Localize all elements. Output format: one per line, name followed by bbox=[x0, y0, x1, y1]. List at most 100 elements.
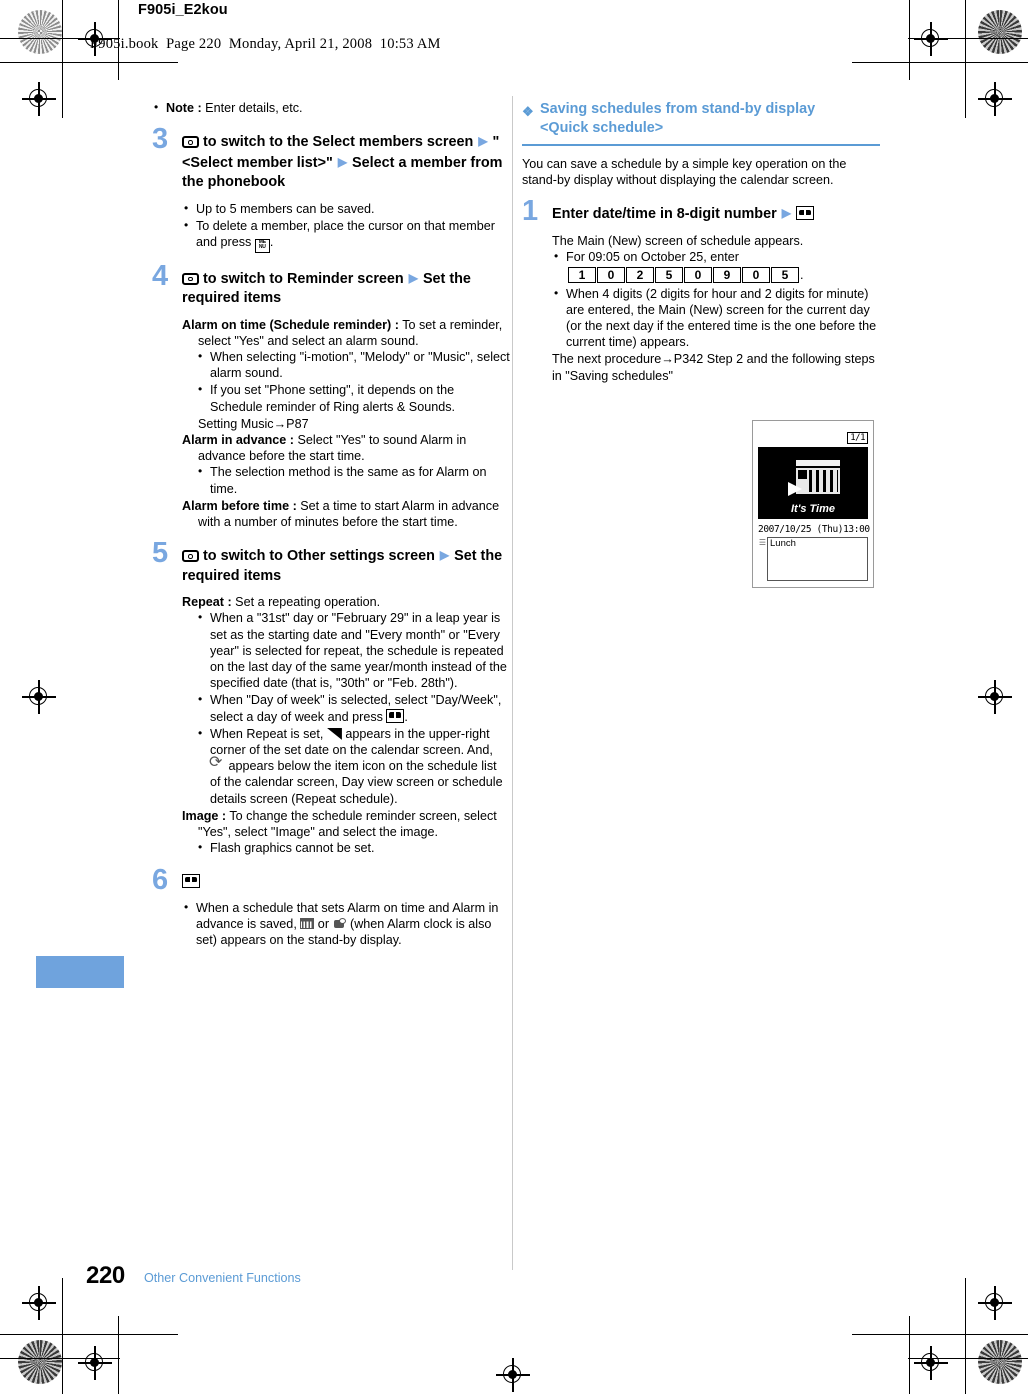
registration-mark-bottom-left bbox=[78, 1346, 112, 1380]
registration-mark-left-upper bbox=[22, 82, 56, 116]
print-target-top-left bbox=[18, 10, 62, 54]
arrow-icon: ▶ bbox=[408, 270, 418, 285]
step-1: 1 Enter date/time in 8-digit number ▶ Th… bbox=[522, 197, 880, 384]
column-divider bbox=[512, 96, 513, 1270]
crop-line-top bbox=[0, 62, 178, 63]
select-key-icon bbox=[182, 136, 199, 149]
step-1-heading: Enter date/time in 8-digit number ▶ bbox=[552, 204, 880, 225]
phone-page-counter-value: 1/1 bbox=[847, 432, 868, 444]
desc-image: To change the schedule reminder screen, … bbox=[198, 808, 497, 840]
step-1-lead: The Main (New) screen of schedule appear… bbox=[552, 233, 804, 248]
phone-memo-marker-icon: ☰ bbox=[758, 538, 767, 547]
phone-screen-label: It's Time bbox=[791, 503, 835, 515]
phone-screenshot-figure: 1/1 It's Time 2007/10/25 (Thu)13:00 ☰ Lu… bbox=[752, 420, 874, 588]
numeric-key: 2 bbox=[626, 267, 654, 284]
step-5-repeat-bullet-2: When "Day of week" is selected, select "… bbox=[182, 691, 510, 724]
crop-line-bottom-left-v bbox=[62, 1278, 63, 1394]
step-3-heading: to switch to the Select members screen ▶… bbox=[182, 132, 510, 193]
step-4-body: Alarm on time (Schedule reminder) : To s… bbox=[182, 317, 510, 531]
note-label: Note : bbox=[166, 101, 202, 115]
phone-page-counter: 1/1 bbox=[758, 425, 868, 444]
calendar-illustration-icon bbox=[788, 460, 840, 500]
desc-repeat: Set a repeating operation. bbox=[231, 595, 381, 610]
numeric-key: 1 bbox=[568, 267, 596, 284]
crop-line-inner-right-b bbox=[909, 1316, 910, 1394]
step-5-repeat-bullet-3: When Repeat is set, appears in the upper… bbox=[182, 725, 510, 807]
arrow-icon: ▶ bbox=[337, 154, 348, 169]
registration-mark-right-upper bbox=[978, 82, 1012, 116]
calendar-header-bar bbox=[796, 460, 840, 466]
phone-date-line: 2007/10/25 (Thu)13:00 bbox=[758, 524, 870, 535]
crop-line-bottom-right-v bbox=[965, 1278, 966, 1394]
print-target-bottom-left bbox=[18, 1340, 62, 1384]
step-5-repeat-bullet-2-pre: When "Day of week" is selected, select "… bbox=[210, 693, 502, 724]
step-6-bullet: When a schedule that sets Alarm on time … bbox=[182, 899, 510, 949]
section-title-line1: Saving schedules from stand-by display bbox=[540, 101, 816, 117]
step-1-body: The Main (New) screen of schedule appear… bbox=[552, 233, 880, 384]
registration-mark-left-middle bbox=[22, 680, 56, 714]
step-1-tail: The next procedure→P342 Step 2 and the f… bbox=[552, 352, 875, 383]
step-3-body: Up to 5 members can be saved. To delete … bbox=[182, 200, 510, 253]
calendar-icon bbox=[300, 918, 315, 930]
book-print-stamp: F905i.book Page 220 Monday, April 21, 20… bbox=[90, 36, 441, 52]
numeric-key: 5 bbox=[655, 267, 683, 284]
definition-alarm-in-advance: Alarm in advance : Select "Yes" to sound… bbox=[182, 432, 510, 464]
step-3-bullet-1: Up to 5 members can be saved. bbox=[182, 200, 510, 217]
step-4-def0-tail: Setting Music→P87 bbox=[198, 416, 309, 431]
step-4-number: 4 bbox=[152, 259, 169, 292]
repeat-corner-icon bbox=[326, 727, 342, 740]
step-1-bullet-2: When 4 digits (2 digits for hour and 2 d… bbox=[552, 285, 880, 351]
step-6-bullet-mid: or bbox=[314, 917, 333, 932]
crop-line-right bbox=[965, 0, 966, 118]
term-image: Image : bbox=[182, 808, 227, 823]
step-5-repeat-bullet-1: When a "31st" day or "February 29" in a … bbox=[182, 609, 510, 691]
numeric-key-sequence: 10250905. bbox=[552, 267, 880, 284]
step-4-def1-bullet-1: The selection method is the same as for … bbox=[182, 463, 510, 496]
left-column: Note : Enter details, etc. 3 to switch t… bbox=[152, 99, 510, 950]
step-5-repeat-bullet-3-pre: When Repeat is set, bbox=[210, 726, 327, 741]
note-bullet: Note : Enter details, etc. bbox=[152, 99, 510, 116]
page-number: 220 bbox=[86, 1262, 125, 1289]
definition-alarm-before-time: Alarm before time : Set a time to start … bbox=[182, 498, 510, 530]
print-target-bottom-right bbox=[978, 1340, 1022, 1384]
crop-line-inner-right bbox=[909, 0, 910, 80]
menu-key-icon: ME NU bbox=[254, 238, 270, 253]
calendar-block bbox=[798, 470, 807, 479]
definition-repeat: Repeat : Set a repeating operation. bbox=[182, 594, 510, 610]
crop-line-inner-bottom bbox=[0, 1358, 120, 1359]
step-5-head-a: to switch to Other settings screen bbox=[199, 548, 439, 565]
numeric-key: 0 bbox=[684, 267, 712, 284]
phone-reminder-screen: It's Time bbox=[758, 447, 868, 519]
registration-mark-left-lower bbox=[22, 1286, 56, 1320]
right-column: ❖ Saving schedules from stand-by display <… bbox=[522, 100, 880, 384]
crop-line-top-right bbox=[852, 62, 1028, 63]
section-heading: ❖ Saving schedules from stand-by display <… bbox=[522, 100, 880, 138]
step-6-body: When a schedule that sets Alarm on time … bbox=[182, 899, 510, 949]
step-3-bullet-2-text: To delete a member, place the cursor on … bbox=[196, 218, 495, 250]
step-5-number: 5 bbox=[152, 537, 169, 570]
step-1-number: 1 bbox=[522, 195, 539, 228]
step-5: 5 to switch to Other settings screen ▶ S… bbox=[152, 539, 510, 856]
crop-line-left bbox=[62, 0, 63, 118]
calendar-dots bbox=[809, 470, 838, 492]
step-3: 3 to switch to the Select members screen… bbox=[152, 125, 510, 253]
select-key-icon bbox=[182, 550, 199, 563]
crop-line-inner-left-b bbox=[118, 1316, 119, 1394]
step-1-head-text: Enter date/time in 8-digit number bbox=[552, 206, 781, 223]
step-5-repeat-bullet-3-post: appears below the item icon on the sched… bbox=[210, 759, 503, 806]
definition-image: Image : To change the schedule reminder … bbox=[182, 808, 510, 840]
step-1-bullet-1: For 09:05 on October 25, enter bbox=[552, 248, 880, 265]
step-4-heading: to switch to Reminder screen ▶ Set the r… bbox=[182, 269, 510, 309]
step-3-number: 3 bbox=[152, 123, 169, 156]
step-5-heading: to switch to Other settings screen ▶ Set… bbox=[182, 546, 510, 586]
step-6-number: 6 bbox=[152, 863, 169, 896]
step-4-def0-bullet-2: If you set "Phone setting", it depends o… bbox=[182, 381, 510, 414]
diamond-icon: ❖ bbox=[522, 104, 534, 119]
section-title-line2: <Quick schedule> bbox=[540, 120, 664, 136]
crop-line-bottom-right bbox=[852, 1334, 1028, 1335]
step-5-body: Repeat : Set a repeating operation. When… bbox=[182, 594, 510, 856]
arrow-icon: ▶ bbox=[478, 134, 488, 149]
step-5-image-bullet: Flash graphics cannot be set. bbox=[182, 839, 510, 856]
phone-memo-box: Lunch bbox=[767, 537, 868, 581]
step-6: 6 When a schedule that sets Alarm on tim… bbox=[152, 865, 510, 949]
